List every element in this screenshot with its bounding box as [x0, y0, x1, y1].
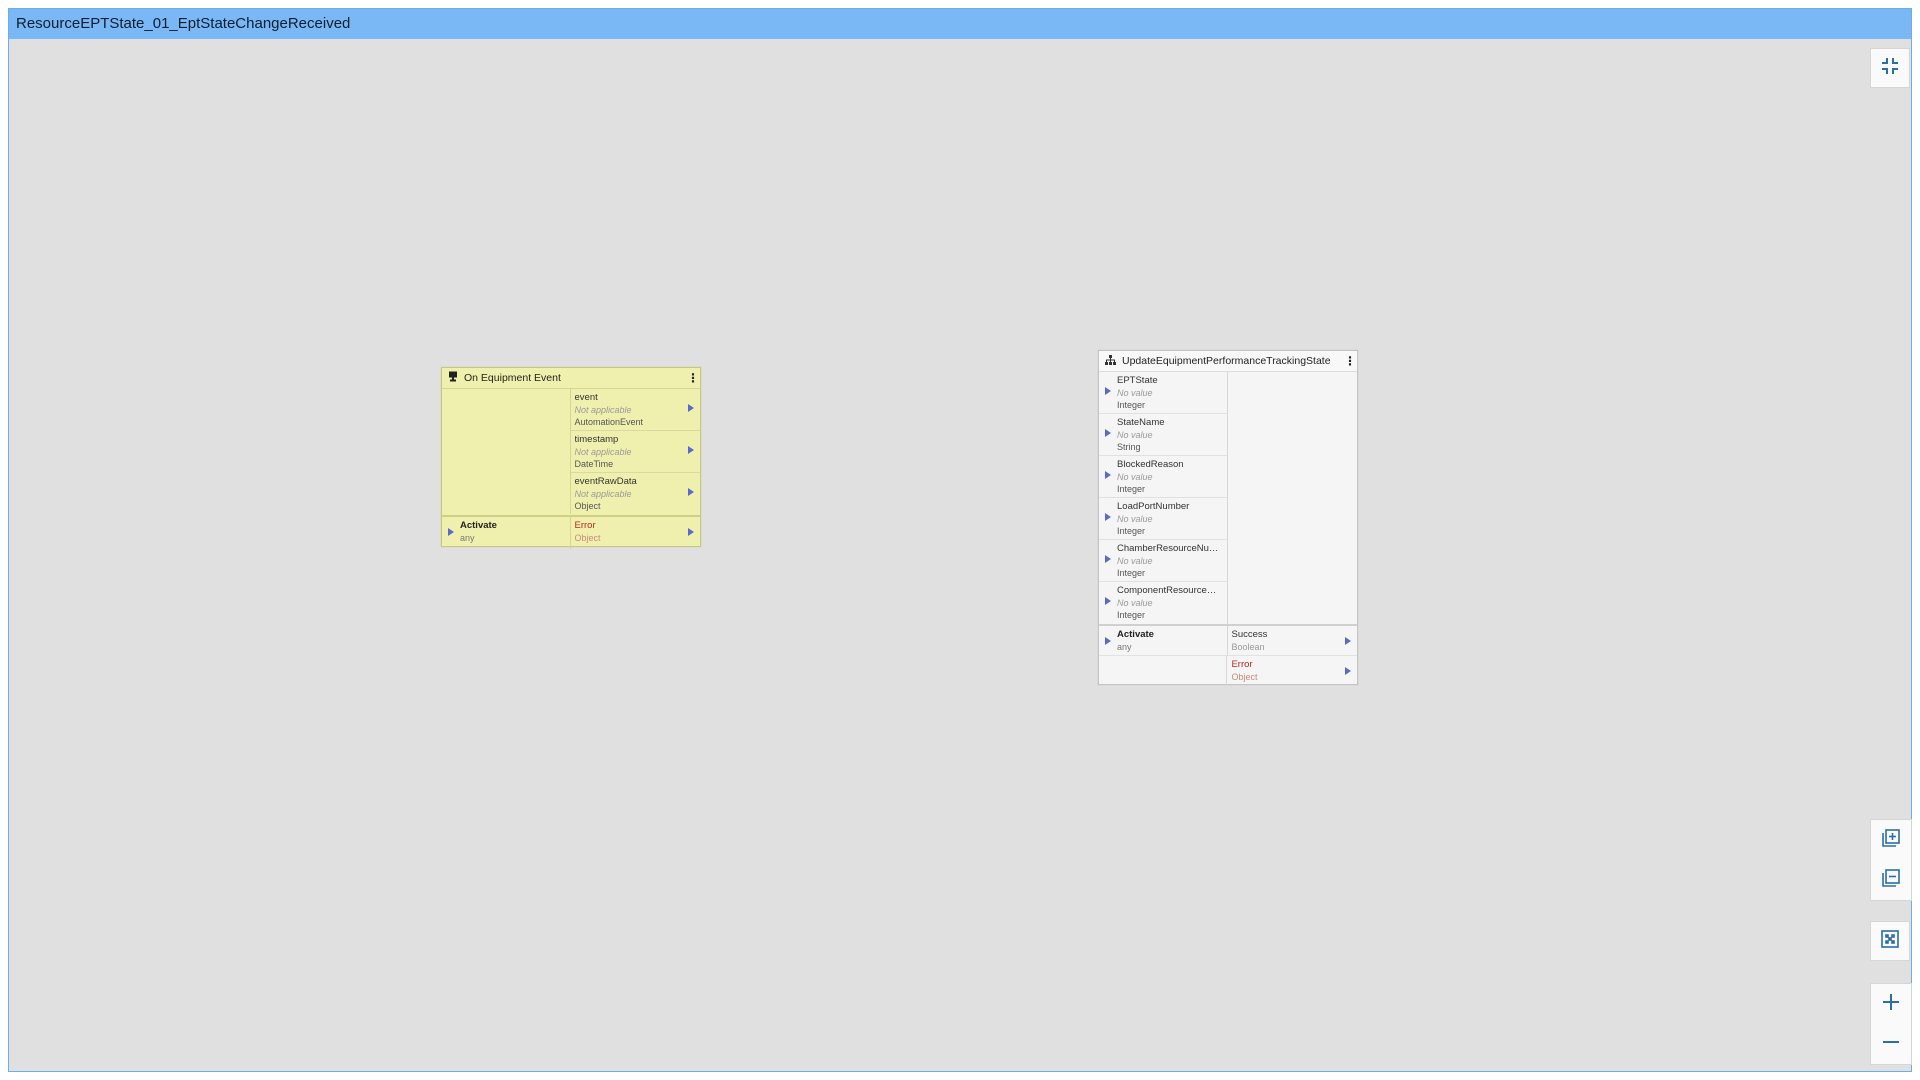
window-title: ResourceEPTState_01_EptStateChangeReceiv… — [9, 9, 1911, 39]
fit-to-screen-icon — [1881, 929, 1899, 953]
port-type: Boolean — [1231, 642, 1265, 652]
input-arrow-icon[interactable] — [1105, 637, 1111, 645]
collapse-button[interactable] — [1870, 48, 1910, 88]
activate-input-port[interactable]: Activate any — [1099, 626, 1228, 656]
empty-cell — [1099, 656, 1228, 686]
node-menu-icon[interactable]: ⋮ — [686, 371, 700, 385]
output-arrow-icon[interactable] — [1345, 637, 1351, 645]
output-arrow-icon[interactable] — [688, 528, 694, 536]
input-arrow-icon[interactable] — [1105, 597, 1111, 605]
port-name: Activate — [460, 520, 497, 531]
zoom-in-icon — [1882, 993, 1900, 1016]
port-value: No value — [1117, 430, 1153, 440]
port-value: No value — [1117, 598, 1153, 608]
node-title: UpdateEquipmentPerformanceTrackingState — [1122, 355, 1331, 367]
port-value: No value — [1117, 472, 1153, 482]
port-name: StateName — [1117, 417, 1165, 428]
port-value: No value — [1117, 388, 1153, 398]
input-arrow-icon[interactable] — [1105, 471, 1111, 479]
success-output-port[interactable]: Success Boolean — [1227, 626, 1357, 656]
port-name: BlockedReason — [1117, 459, 1184, 470]
port-name: Error — [574, 520, 596, 531]
input-column — [442, 389, 571, 514]
port-type: DateTime — [574, 459, 614, 469]
input-arrow-icon[interactable] — [448, 528, 454, 536]
port-value: Not applicable — [574, 489, 632, 499]
activate-input-port[interactable]: Activate any — [442, 517, 571, 549]
input-arrow-icon[interactable] — [1105, 513, 1111, 521]
input-port-componentresourcenumber[interactable]: ComponentResourceNu... No value Integer — [1099, 582, 1227, 624]
port-name: Success — [1231, 629, 1268, 640]
input-port-chamberresourcenumber[interactable]: ChamberResourceNumber No value Integer — [1099, 540, 1227, 582]
port-type: Integer — [1117, 610, 1146, 620]
port-name: Error — [1231, 659, 1253, 670]
port-name: ComponentResourceNu... — [1117, 585, 1223, 596]
port-name: EPTState — [1117, 375, 1158, 386]
port-value: No value — [1117, 556, 1153, 566]
node-header[interactable]: UpdateEquipmentPerformanceTrackingState … — [1099, 351, 1357, 372]
port-name: event — [574, 392, 598, 403]
input-arrow-icon[interactable] — [1105, 555, 1111, 563]
port-value: Not applicable — [574, 447, 632, 457]
error-output-port[interactable]: Error Object — [571, 517, 700, 549]
output-arrow-icon[interactable] — [688, 446, 694, 454]
port-name: Activate — [1117, 629, 1154, 640]
zoom-in-button[interactable] — [1871, 984, 1911, 1024]
input-port-statename[interactable]: StateName No value String — [1099, 414, 1227, 456]
port-type: Object — [1231, 672, 1258, 682]
workflow-canvas[interactable]: On Equipment Event ⋮ event Not applicabl… — [9, 39, 1912, 1071]
port-name: timestamp — [574, 434, 619, 445]
port-type: any — [460, 533, 475, 543]
port-type: any — [1117, 642, 1132, 652]
output-port-event[interactable]: event Not applicable AutomationEvent — [570, 389, 700, 431]
update-ept-state-node[interactable]: UpdateEquipmentPerformanceTrackingState … — [1098, 350, 1358, 686]
port-value: Not applicable — [574, 405, 632, 415]
event-icon — [448, 371, 458, 385]
port-name: ChamberResourceNumber — [1117, 543, 1223, 554]
output-arrow-icon[interactable] — [1345, 667, 1351, 675]
hierarchy-icon — [1105, 354, 1116, 368]
port-type: Integer — [1117, 568, 1146, 578]
collapse-all-button[interactable] — [1871, 860, 1911, 900]
input-arrow-icon[interactable] — [1105, 387, 1111, 395]
on-equipment-event-node[interactable]: On Equipment Event ⋮ event Not applicabl… — [441, 367, 701, 549]
output-column — [1228, 372, 1357, 624]
port-value: No value — [1117, 514, 1153, 524]
collapse-all-icon — [1882, 868, 1900, 892]
expand-all-button[interactable] — [1871, 820, 1911, 860]
port-type: Integer — [1117, 526, 1146, 536]
workflow-window: ResourceEPTState_01_EptStateChangeReceiv… — [8, 8, 1912, 1072]
port-type: AutomationEvent — [574, 417, 644, 427]
port-type: Object — [574, 501, 601, 511]
port-type: Integer — [1117, 484, 1146, 494]
collapse-icon — [1881, 57, 1899, 80]
zoom-out-button[interactable] — [1871, 1024, 1911, 1064]
port-type: String — [1117, 442, 1141, 452]
input-column: EPTState No value Integer StateName No v… — [1099, 372, 1228, 624]
output-arrow-icon[interactable] — [688, 488, 694, 496]
zoom-out-icon — [1882, 1033, 1900, 1056]
expand-collapse-group — [1870, 819, 1912, 901]
node-menu-icon[interactable]: ⋮ — [1343, 354, 1357, 368]
output-arrow-icon[interactable] — [688, 404, 694, 412]
zoom-group — [1870, 983, 1912, 1065]
node-title: On Equipment Event — [464, 372, 561, 384]
output-port-eventrawdata[interactable]: eventRawData Not applicable Object — [571, 473, 701, 515]
input-arrow-icon[interactable] — [1105, 429, 1111, 437]
port-type: Integer — [1117, 400, 1146, 410]
node-header[interactable]: On Equipment Event ⋮ — [442, 368, 700, 389]
output-column: event Not applicable AutomationEvent tim… — [570, 389, 701, 515]
input-port-eptstate[interactable]: EPTState No value Integer — [1099, 372, 1227, 414]
port-name: LoadPortNumber — [1117, 501, 1190, 512]
error-output-port[interactable]: Error Object — [1227, 656, 1357, 686]
output-port-timestamp[interactable]: timestamp Not applicable DateTime — [570, 431, 700, 473]
input-port-loadportnumber[interactable]: LoadPortNumber No value Integer — [1099, 498, 1227, 540]
port-type: Object — [574, 533, 601, 543]
input-port-blockedreason[interactable]: BlockedReason No value Integer — [1099, 456, 1227, 498]
fit-to-screen-button[interactable] — [1870, 921, 1910, 961]
port-name: eventRawData — [574, 476, 637, 487]
expand-all-icon — [1882, 828, 1900, 852]
